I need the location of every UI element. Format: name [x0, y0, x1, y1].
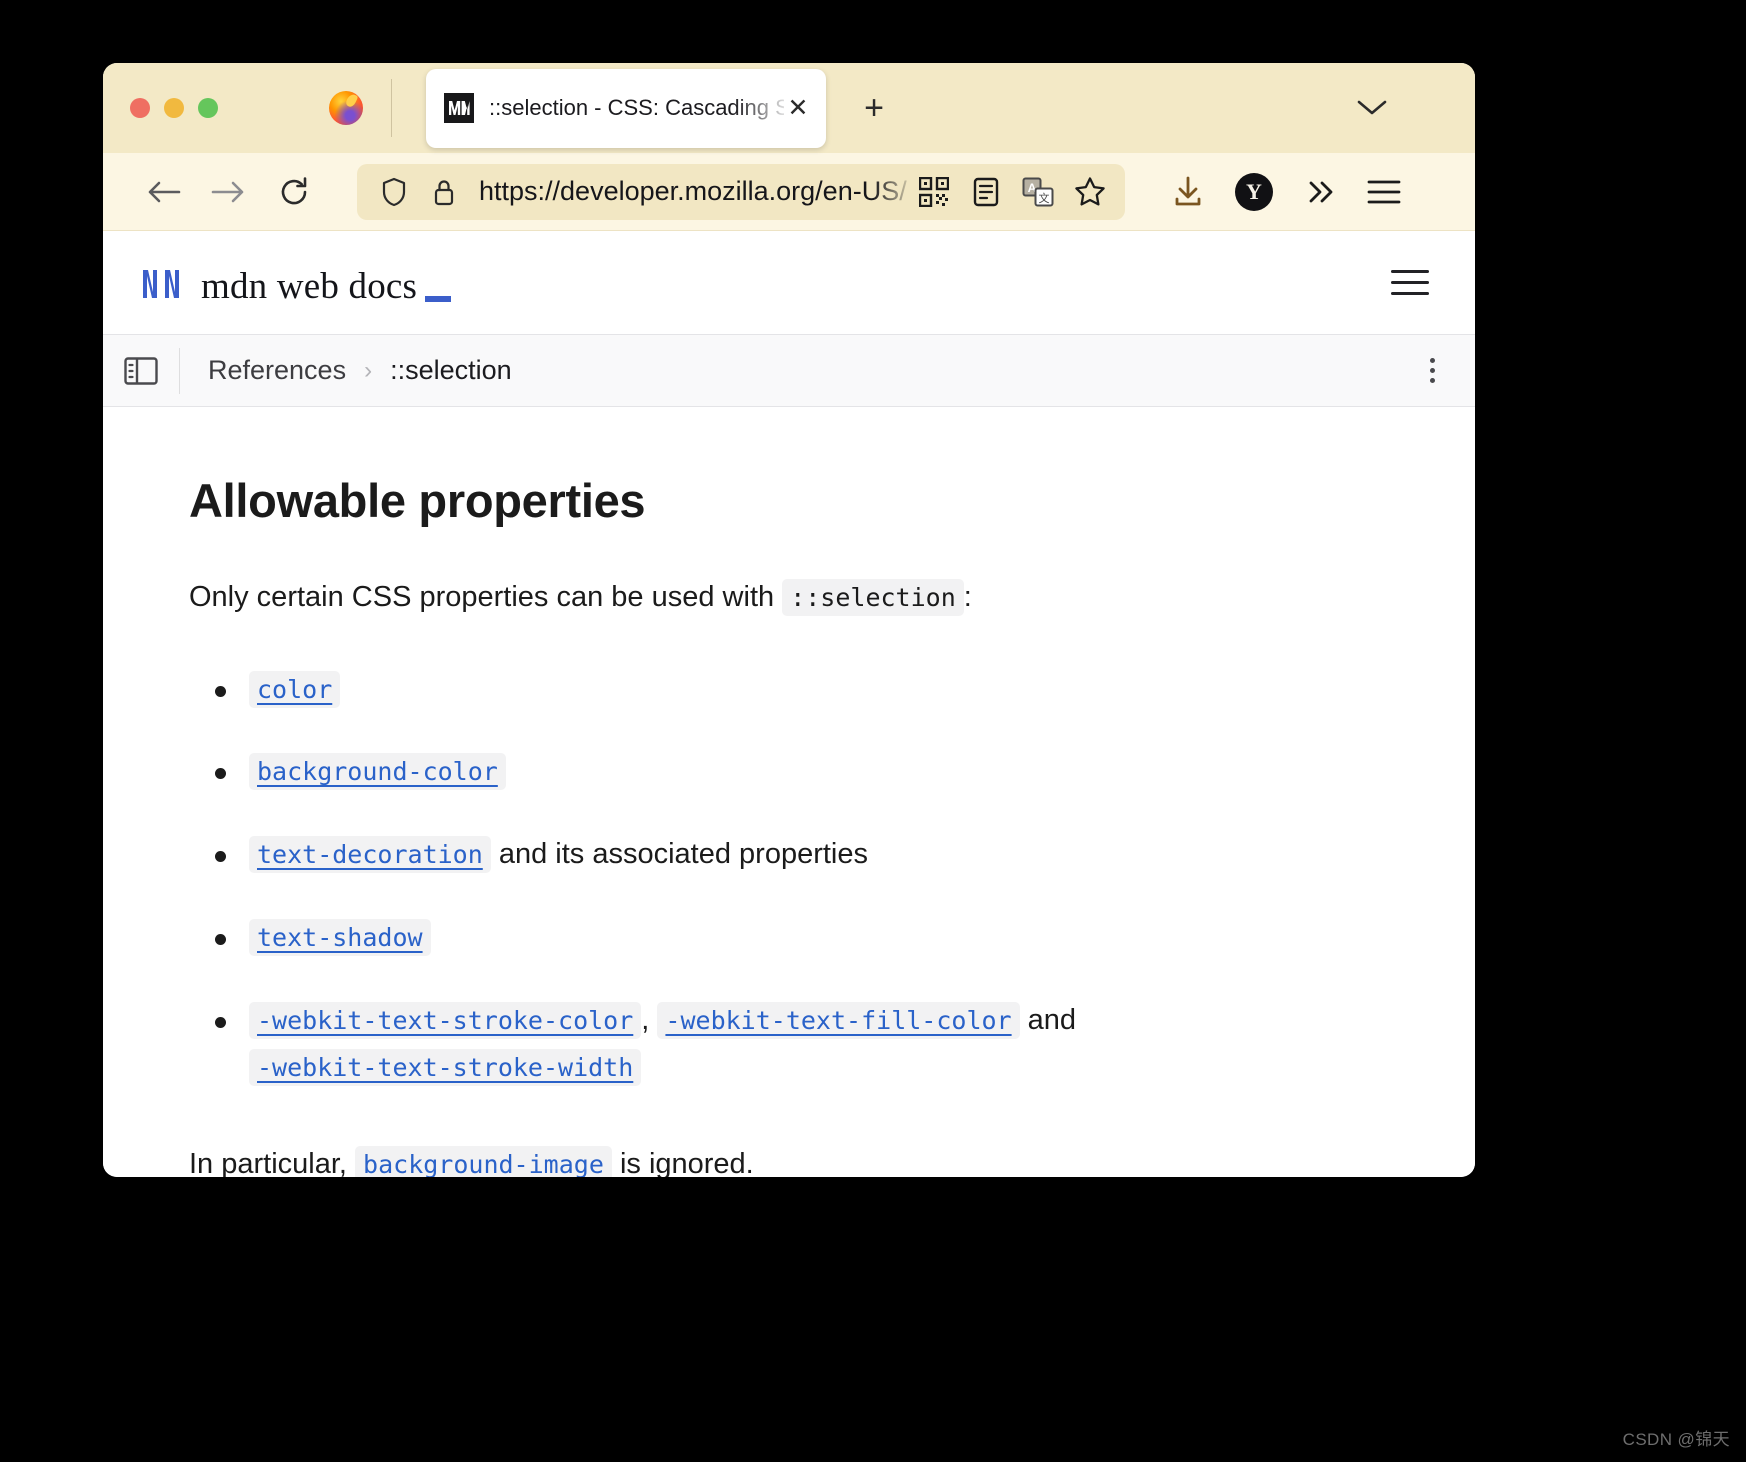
property-link-background-image[interactable]: background-image — [355, 1146, 612, 1177]
list-item-separator: , — [641, 1004, 650, 1037]
screenshot-root: ::selection - CSS: Cascading Sty ✕ + htt… — [0, 0, 1746, 1462]
list-item-conjunction: and — [1027, 1004, 1077, 1037]
property-link-webkit-text-stroke-width[interactable]: -webkit-text-stroke-width — [249, 1049, 642, 1087]
minimize-window-button[interactable] — [164, 98, 184, 118]
page-title: Allowable properties — [189, 474, 646, 527]
firefox-icon — [329, 91, 363, 125]
chevron-double-right-icon[interactable] — [1303, 175, 1337, 209]
close-window-button[interactable] — [130, 98, 150, 118]
star-icon[interactable] — [1073, 175, 1107, 209]
toolbar-right-actions: Y — [1171, 172, 1401, 211]
list-item-suffix: and its associated properties — [498, 838, 868, 871]
list-item: -webkit-text-stroke-color, -webkit-text-… — [189, 997, 1413, 1091]
forward-arrow-icon[interactable] — [201, 165, 255, 219]
download-icon[interactable] — [1171, 175, 1205, 209]
list-item: color — [189, 666, 1413, 713]
chevron-down-icon[interactable] — [1355, 91, 1389, 125]
qr-code-icon[interactable] — [917, 175, 951, 209]
property-link-webkit-text-stroke-color[interactable]: -webkit-text-stroke-color — [249, 1002, 642, 1040]
outro-text-after: is ignored. — [619, 1148, 754, 1177]
intro-inline-code: ::selection — [782, 579, 964, 616]
back-arrow-icon[interactable] — [137, 165, 191, 219]
tabstrip-divider — [391, 79, 392, 137]
mdn-logo-icon — [139, 260, 189, 305]
kebab-menu-icon[interactable] — [1430, 358, 1435, 383]
intro-text-before: Only certain CSS properties can be used … — [189, 581, 775, 613]
account-avatar[interactable]: Y — [1235, 172, 1273, 211]
address-bar-actions: A 文 — [917, 175, 1107, 209]
navigation-toolbar: https://developer.mozilla.org/en-US/do A… — [103, 153, 1475, 231]
list-item: text-decoration and its associated prope… — [189, 831, 1413, 878]
shield-icon[interactable] — [377, 175, 411, 209]
intro-paragraph: Only certain CSS properties can be used … — [189, 576, 1413, 620]
lock-icon[interactable] — [427, 175, 461, 209]
property-link-color[interactable]: color — [249, 670, 341, 708]
new-tab-button[interactable]: + — [854, 88, 894, 128]
mdn-underscore-accent — [425, 296, 452, 302]
url-text: https://developer.mozilla.org/en-US/do — [479, 176, 907, 206]
intro-text-after: : — [963, 581, 972, 613]
breadcrumb-item-current: ::selection — [390, 355, 512, 385]
mdn-menu-button[interactable] — [1391, 270, 1429, 295]
breadcrumb-item-references[interactable]: References — [208, 355, 346, 386]
reader-view-icon[interactable] — [969, 175, 1003, 209]
tab-strip: ::selection - CSS: Cascading Sty ✕ + — [103, 63, 1475, 153]
mdn-wordmark: mdn web docs — [201, 266, 418, 307]
property-link-webkit-text-fill-color[interactable]: -webkit-text-fill-color — [657, 1002, 1020, 1040]
breadcrumb-bar: References › ::selection — [103, 335, 1475, 407]
mdn-favicon — [444, 93, 474, 123]
browser-tab[interactable]: ::selection - CSS: Cascading Sty ✕ — [426, 68, 826, 148]
watermark: CSDN @锦天 — [1622, 1430, 1730, 1449]
hamburger-icon[interactable] — [1367, 175, 1401, 209]
property-link-text-decoration[interactable]: text-decoration — [249, 836, 491, 874]
property-link-text-shadow[interactable]: text-shadow — [249, 919, 431, 957]
list-item: text-shadow — [189, 914, 1413, 961]
mdn-site-header: mdn web docs — [103, 231, 1475, 335]
close-icon[interactable]: ✕ — [784, 94, 812, 122]
maximize-window-button[interactable] — [198, 98, 218, 118]
tab-title: ::selection - CSS: Cascading Sty — [489, 95, 784, 120]
reload-icon[interactable] — [267, 165, 321, 219]
sidebar-toggle-icon[interactable] — [103, 356, 179, 385]
page-viewport: mdn web docs References ›::selection Al… — [103, 231, 1475, 1177]
svg-text:文: 文 — [1039, 191, 1050, 205]
mdn-logo-link[interactable]: mdn web docs — [139, 260, 452, 307]
breadcrumb-separator-icon: › — [364, 356, 373, 384]
translate-icon[interactable]: A 文 — [1021, 175, 1055, 209]
window-traffic-lights — [103, 98, 263, 118]
browser-window: ::selection - CSS: Cascading Sty ✕ + htt… — [103, 63, 1475, 1177]
breadcrumb: References › ::selection — [180, 355, 1430, 386]
outro-paragraph: In particular, background-image is ignor… — [189, 1143, 1413, 1177]
list-item: background-color — [189, 748, 1413, 795]
property-link-background-color[interactable]: background-color — [249, 753, 506, 791]
outro-text-before: In particular, — [189, 1148, 347, 1177]
address-bar[interactable]: https://developer.mozilla.org/en-US/do A… — [357, 163, 1125, 220]
allowable-properties-list: color background-color text-decoration a… — [189, 666, 1413, 1092]
article-content: Allowable properties Only certain CSS pr… — [103, 407, 1475, 1177]
